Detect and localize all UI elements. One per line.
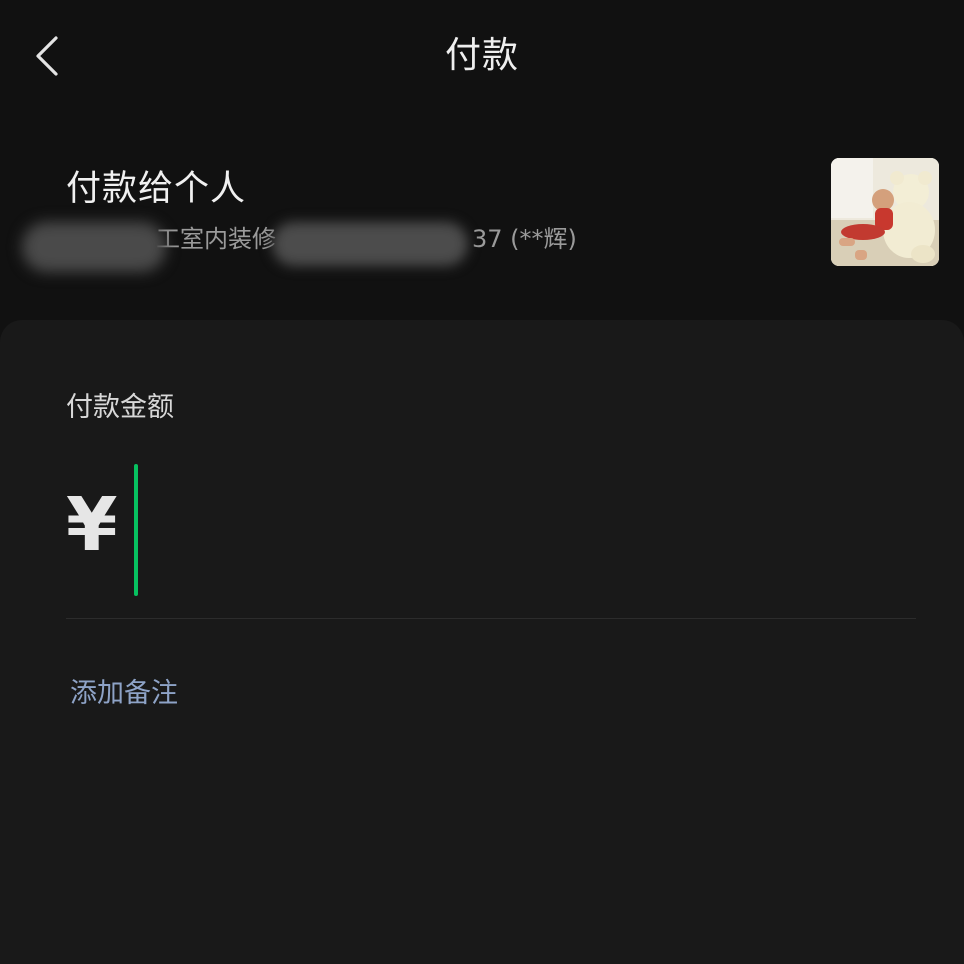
text-caret	[134, 464, 138, 596]
payee-merchant-name: 工室内装修	[156, 225, 276, 253]
amount-label: 付款金额	[66, 392, 174, 423]
user-avatar-photo	[831, 158, 939, 266]
top-navigation-bar: 付款	[0, 0, 964, 110]
payee-id-suffix: 37 (**辉)	[472, 225, 577, 253]
amount-input[interactable]	[122, 464, 912, 596]
redaction-blur-left	[22, 222, 166, 272]
amount-divider	[66, 618, 916, 619]
payee-avatar	[831, 158, 939, 266]
payee-account-line: 工室内装修 37 (**辉)	[156, 222, 806, 256]
page-title: 付款	[444, 35, 519, 76]
payee-heading: 付款给个人	[66, 169, 247, 209]
redaction-blur-middle	[272, 222, 468, 266]
currency-symbol: ¥	[66, 482, 118, 568]
add-note-link[interactable]: 添加备注	[70, 674, 178, 714]
